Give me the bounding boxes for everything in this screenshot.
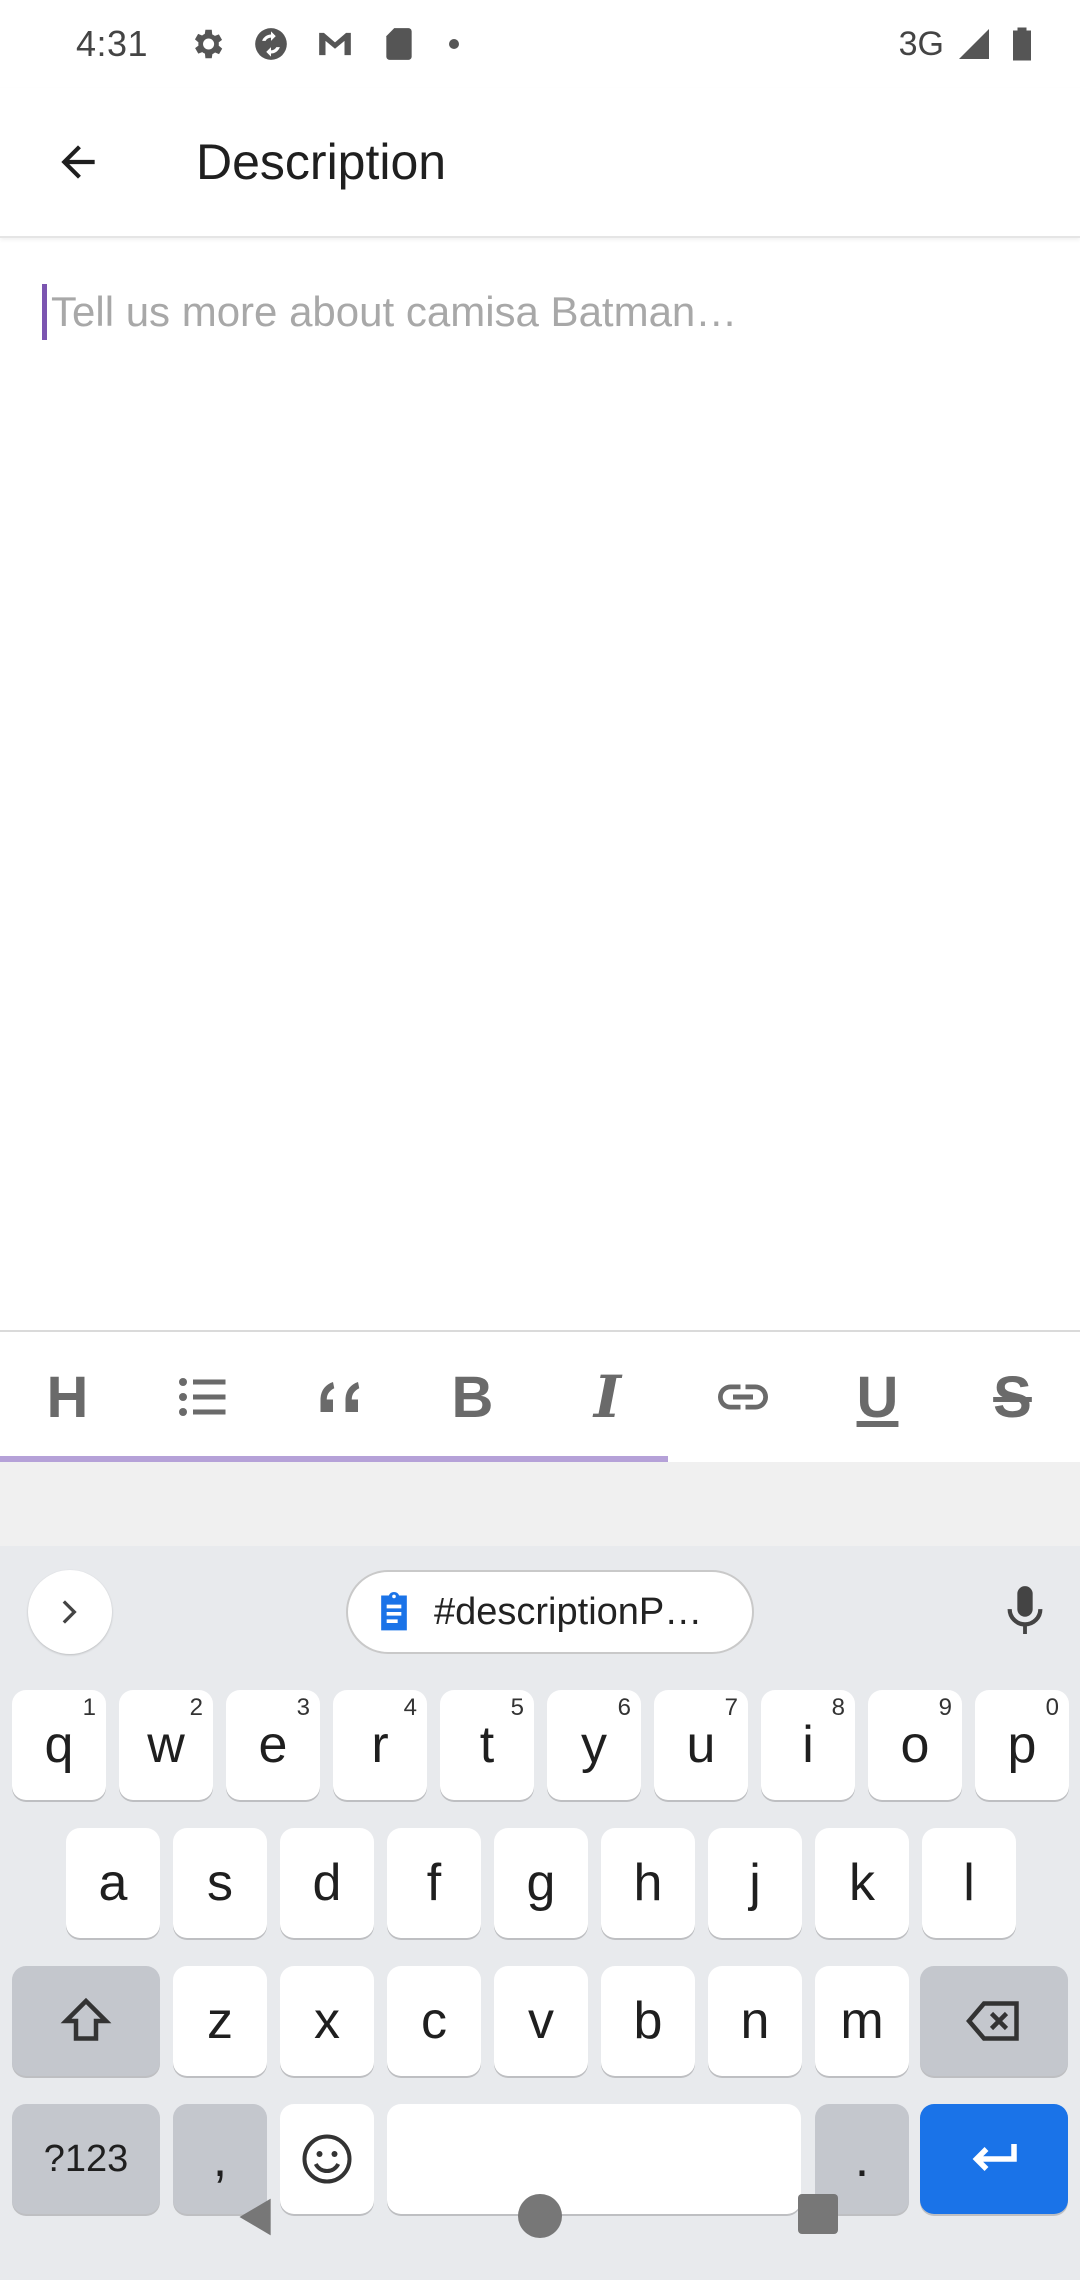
key-c[interactable]: c	[387, 1966, 481, 2076]
key-hint: 1	[82, 1694, 96, 1721]
key-label: u	[686, 1716, 716, 1774]
keyboard-suggestion-bar: #descriptionP…	[0, 1546, 1080, 1676]
key-hint: 7	[724, 1694, 738, 1721]
status-notification-icons	[188, 25, 464, 63]
key-hint: 6	[617, 1694, 631, 1721]
key-hint: 4	[403, 1694, 417, 1721]
key-label: r	[371, 1716, 389, 1774]
link-button[interactable]	[683, 1342, 803, 1452]
key-z[interactable]: z	[173, 1966, 267, 2076]
keyboard-top-strip	[0, 1462, 1080, 1546]
key-a[interactable]: a	[66, 1828, 160, 1938]
key-i[interactable]: i8	[761, 1690, 855, 1800]
key-label: e	[258, 1716, 288, 1774]
key-n[interactable]: n	[708, 1966, 802, 2076]
key-w[interactable]: w2	[119, 1690, 213, 1800]
gmail-icon	[319, 32, 351, 56]
bullet-list-button[interactable]	[143, 1342, 263, 1452]
key-hint: 3	[296, 1694, 310, 1721]
strikethrough-button[interactable]: S	[953, 1342, 1073, 1452]
page-title: Description	[196, 134, 447, 190]
strikethrough-icon: S	[993, 1364, 1032, 1430]
nav-back-icon[interactable]	[234, 2194, 278, 2240]
battery-icon	[1013, 27, 1031, 61]
nav-recents-button[interactable]	[798, 2194, 838, 2234]
chevron-right-icon	[62, 1600, 77, 1624]
clipboard-suggestion-text: #descriptionP…	[434, 1590, 703, 1633]
shift-icon	[60, 1997, 112, 2041]
bold-icon: B	[451, 1364, 494, 1430]
key-e[interactable]: e3	[226, 1690, 320, 1800]
status-time: 4:31	[76, 23, 149, 64]
arrow-back-icon	[61, 145, 95, 179]
bullet-list-icon	[178, 1378, 225, 1416]
key-label: i	[802, 1716, 814, 1774]
heading-icon: H	[46, 1364, 89, 1430]
status-bar: 4:31 3G	[0, 0, 1080, 88]
key-h[interactable]: h	[601, 1828, 695, 1938]
italic-icon: I	[593, 1363, 622, 1431]
quote-icon	[320, 1382, 359, 1412]
key-p[interactable]: p0	[975, 1690, 1069, 1800]
format-toolbar: H B I U S	[0, 1330, 1080, 1462]
key-label: o	[900, 1716, 930, 1774]
expand-toolbar-button[interactable]	[28, 1570, 112, 1654]
microphone-icon	[1007, 1586, 1043, 1634]
key-o[interactable]: o9	[868, 1690, 962, 1800]
network-type: 3G	[898, 24, 944, 63]
backspace-icon	[966, 2001, 1019, 2041]
shift-key[interactable]	[12, 1966, 160, 2076]
signal-icon	[959, 29, 989, 59]
key-hint: 9	[938, 1694, 952, 1721]
key-k[interactable]: k	[815, 1828, 909, 1938]
key-label: p	[1007, 1716, 1037, 1774]
italic-button[interactable]: I	[548, 1342, 668, 1452]
notification-dot-icon	[449, 39, 460, 49]
underline-button[interactable]: U	[818, 1342, 938, 1452]
key-s[interactable]: s	[173, 1828, 267, 1938]
key-q[interactable]: q1	[12, 1690, 106, 1800]
key-j[interactable]: j	[708, 1828, 802, 1938]
key-g[interactable]: g	[494, 1828, 588, 1938]
back-button[interactable]	[30, 114, 126, 210]
heading-button[interactable]: H	[8, 1342, 128, 1452]
key-hint: 0	[1045, 1694, 1059, 1721]
key-u[interactable]: u7	[654, 1690, 748, 1800]
key-x[interactable]: x	[280, 1966, 374, 2076]
bold-button[interactable]: B	[413, 1342, 533, 1452]
underline-icon: U	[856, 1364, 899, 1430]
key-hint: 8	[831, 1694, 845, 1721]
clipboard-icon	[381, 1591, 407, 1631]
key-r[interactable]: r4	[333, 1690, 427, 1800]
key-f[interactable]: f	[387, 1828, 481, 1938]
key-m[interactable]: m	[815, 1966, 909, 2076]
system-nav-bar	[0, 2176, 1080, 2280]
sync-icon	[255, 28, 287, 60]
key-label: q	[44, 1716, 74, 1774]
key-t[interactable]: t5	[440, 1690, 534, 1800]
link-icon	[717, 1384, 768, 1410]
clipboard-suggestion-chip[interactable]: #descriptionP…	[346, 1570, 754, 1654]
key-hint: 2	[189, 1694, 203, 1721]
key-b[interactable]: b	[601, 1966, 695, 2076]
key-label: w	[147, 1716, 185, 1774]
voice-input-button[interactable]	[990, 1576, 1060, 1646]
description-editor[interactable]: Tell us more about camisa Batman…	[0, 240, 1080, 1330]
key-label: t	[479, 1716, 495, 1774]
key-v[interactable]: v	[494, 1966, 588, 2076]
quote-button[interactable]	[278, 1342, 398, 1452]
key-d[interactable]: d	[280, 1828, 374, 1938]
soft-keyboard: #descriptionP… q1 w2 e3 r4 t5 y6 u7 i8 o…	[0, 1546, 1080, 2280]
nav-home-button[interactable]	[518, 2194, 562, 2238]
backspace-key[interactable]	[920, 1966, 1068, 2076]
key-y[interactable]: y6	[547, 1690, 641, 1800]
app-bar: Description	[0, 88, 1080, 238]
sd-card-icon	[386, 28, 412, 60]
status-system-icons: 3G	[899, 24, 1040, 64]
key-l[interactable]: l	[922, 1828, 1016, 1938]
settings-icon	[195, 29, 223, 59]
key-label: y	[581, 1716, 607, 1774]
key-hint: 5	[510, 1694, 524, 1721]
description-input[interactable]: Tell us more about camisa Batman…	[42, 284, 1042, 340]
